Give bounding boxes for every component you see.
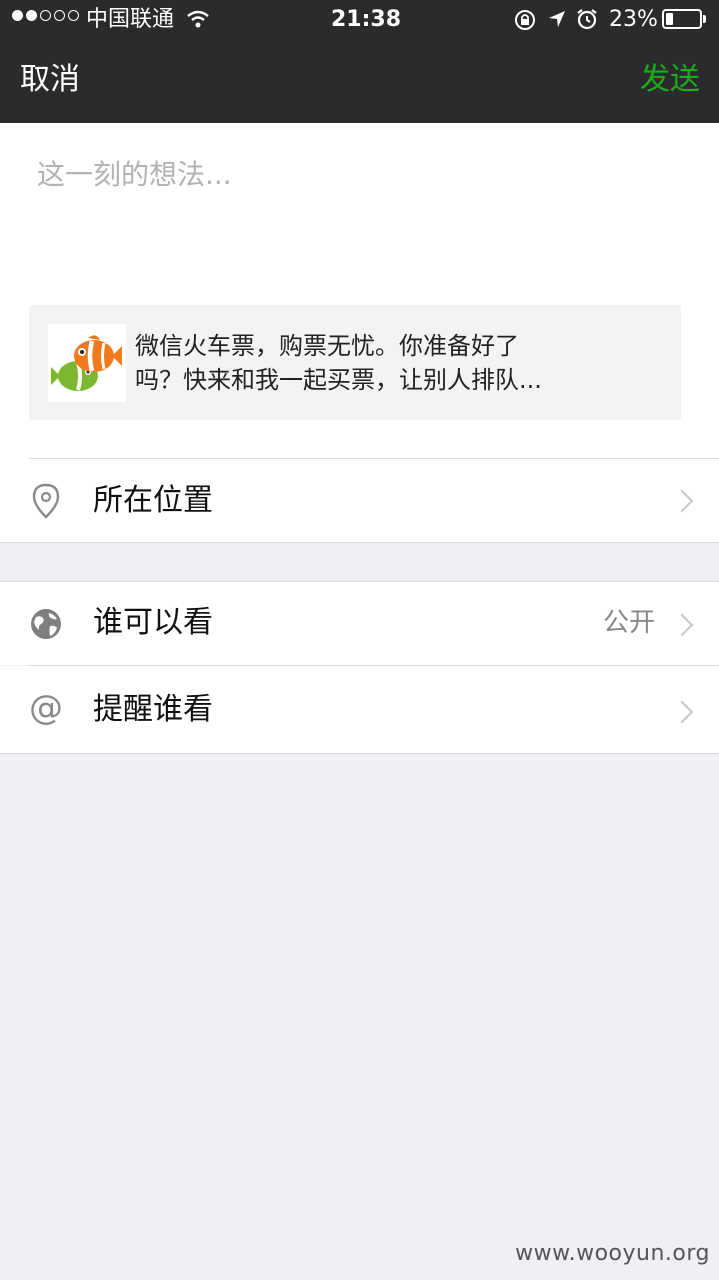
signal-strength-icon xyxy=(12,10,79,21)
visibility-row[interactable]: 谁可以看 公开 xyxy=(0,582,719,665)
battery-icon xyxy=(662,9,702,29)
divider xyxy=(0,542,719,543)
send-button[interactable]: 发送 xyxy=(640,60,700,100)
battery-percent: 23% xyxy=(609,7,658,32)
mention-row[interactable]: @ 提醒谁看 xyxy=(0,666,719,753)
mention-label: 提醒谁看 xyxy=(93,692,213,727)
visibility-value: 公开 xyxy=(602,608,655,638)
status-bar: 中国联通 21:38 23% xyxy=(0,0,719,40)
location-arrow-icon xyxy=(549,11,565,27)
chevron-right-icon xyxy=(670,489,694,513)
carrier-name: 中国联通 xyxy=(86,7,175,32)
chevron-right-icon xyxy=(670,700,694,724)
shared-link-text-line2: 吗？快来和我一起买票，让别人排队... xyxy=(135,366,542,394)
clock-time: 21:38 xyxy=(331,7,402,32)
clownfish-logo-icon xyxy=(48,324,126,402)
location-label: 所在位置 xyxy=(93,483,213,518)
alarm-icon xyxy=(577,9,597,30)
shared-link-text: 微信火车票，购票无忧。你准备好了 吗？快来和我一起买票，让别人排队... xyxy=(135,329,655,397)
wifi-icon xyxy=(187,10,209,28)
nav-bar: 取消 发送 xyxy=(0,40,719,123)
rotation-lock-icon xyxy=(515,10,535,30)
watermark-text: www.wooyun.org xyxy=(515,1241,710,1266)
shared-link-text-line1: 微信火车票，购票无忧。你准备好了 xyxy=(135,332,519,360)
divider xyxy=(0,753,719,754)
cancel-button[interactable]: 取消 xyxy=(20,60,80,100)
location-pin-icon xyxy=(32,483,60,519)
visibility-label: 谁可以看 xyxy=(93,605,213,640)
at-icon: @ xyxy=(29,688,63,728)
chevron-right-icon xyxy=(670,613,694,637)
post-text-input[interactable] xyxy=(37,151,677,261)
globe-icon xyxy=(31,609,61,639)
battery-tip xyxy=(703,15,706,23)
location-row[interactable]: 所在位置 xyxy=(0,459,719,542)
shared-link-card[interactable]: 微信火车票，购票无忧。你准备好了 吗？快来和我一起买票，让别人排队... xyxy=(29,305,681,420)
